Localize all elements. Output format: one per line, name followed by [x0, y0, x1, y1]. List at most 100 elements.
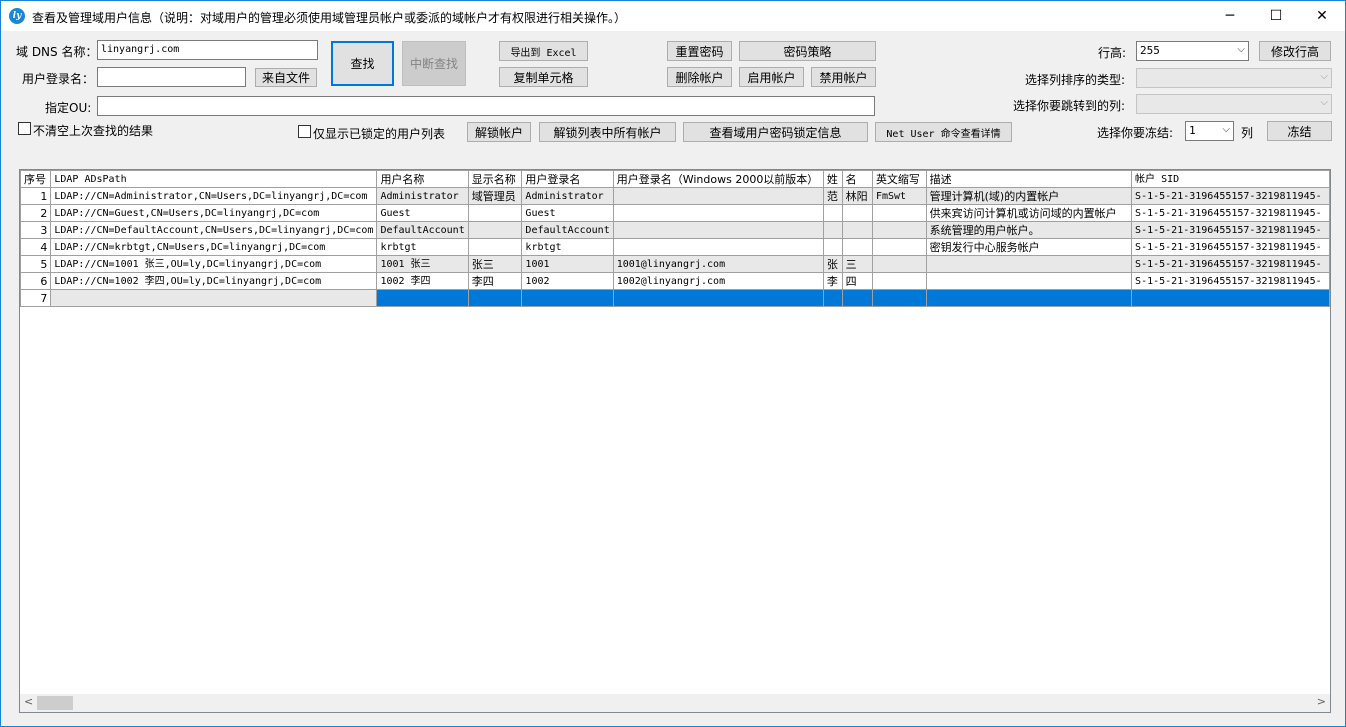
table-cell[interactable]: S-1-5-21-3196455157-3219811945- [1131, 272, 1330, 290]
table-cell[interactable]: 域管理员 [467, 187, 523, 205]
ou-input[interactable] [97, 96, 875, 116]
table-cell[interactable] [521, 289, 614, 307]
table-cell[interactable]: LDAP://CN=DefaultAccount,CN=Users,DC=lin… [50, 221, 378, 239]
table-cell[interactable]: S-1-5-21-3196455157-3219811945- [1131, 238, 1330, 256]
table-cell[interactable]: Guest [376, 204, 469, 222]
column-header[interactable]: 用户登录名（Windows 2000以前版本） [612, 170, 824, 188]
password-policy-button[interactable]: 密码策略 [739, 41, 876, 61]
table-cell[interactable] [871, 238, 927, 256]
table-cell[interactable]: LDAP://CN=Guest,CN=Users,DC=linyangrj,DC… [50, 204, 378, 222]
row-height-select[interactable]: 255 ⌵ [1136, 41, 1249, 61]
scroll-left-icon[interactable]: < [24, 695, 33, 708]
table-cell[interactable] [467, 221, 523, 239]
table-cell[interactable] [822, 289, 843, 307]
table-cell[interactable] [612, 289, 824, 307]
table-cell[interactable]: 1002@linyangrj.com [612, 272, 824, 290]
table-cell[interactable]: DefaultAccount [376, 221, 469, 239]
table-cell[interactable]: 系统管理的用户帐户。 [925, 221, 1133, 239]
scroll-thumb[interactable] [37, 696, 73, 710]
column-header[interactable]: 用户登录名 [521, 170, 614, 188]
table-cell[interactable] [925, 272, 1133, 290]
table-row[interactable]: 4 LDAP://CN=krbtgt,CN=Users,DC=linyangrj,… [20, 238, 1330, 256]
freeze-button[interactable]: 冻结 [1267, 121, 1332, 141]
table-cell[interactable]: 1002 [521, 272, 614, 290]
column-header[interactable]: 姓 [822, 170, 843, 188]
table-row[interactable]: 1 LDAP://CN=Administrator,CN=Users,DC=lin… [20, 187, 1330, 205]
table-row[interactable]: 7 [20, 289, 1330, 307]
column-header[interactable]: LDAP ADsPath [50, 170, 378, 188]
table-cell[interactable]: krbtgt [521, 238, 614, 256]
table-cell[interactable]: 范 [822, 187, 843, 205]
table-cell[interactable]: S-1-5-21-3196455157-3219811945- [1131, 221, 1330, 239]
close-button[interactable]: ✕ [1299, 1, 1345, 31]
table-cell[interactable] [1131, 289, 1330, 307]
table-cell[interactable]: 张三 [467, 255, 523, 273]
table-cell[interactable] [925, 255, 1133, 273]
table-cell[interactable]: 张 [822, 255, 843, 273]
column-header[interactable]: 用户名称 [376, 170, 469, 188]
table-cell[interactable]: 四 [841, 272, 873, 290]
disable-account-button[interactable]: 禁用帐户 [811, 67, 876, 87]
table-cell[interactable] [467, 238, 523, 256]
table-cell[interactable]: Guest [521, 204, 614, 222]
table-cell[interactable]: 李 [822, 272, 843, 290]
table-cell[interactable] [467, 204, 523, 222]
export-excel-button[interactable]: 导出到 Excel [499, 41, 588, 61]
minimize-button[interactable]: ─ [1207, 1, 1253, 31]
stop-search-button[interactable]: 中断查找 [402, 41, 466, 86]
horizontal-scrollbar[interactable]: < > [20, 694, 1330, 712]
table-cell[interactable] [841, 221, 873, 239]
unlock-account-button[interactable]: 解锁帐户 [467, 122, 531, 142]
table-cell[interactable]: 1001 [521, 255, 614, 273]
table-cell[interactable]: LDAP://CN=1001 张三,OU=ly,DC=linyangrj,DC=… [50, 255, 378, 273]
only-locked-checkbox[interactable] [298, 125, 311, 138]
table-cell[interactable]: 1002 李四 [376, 272, 469, 290]
table-cell[interactable]: 密钥发行中心服务帐户 [925, 238, 1133, 256]
table-cell[interactable]: LDAP://CN=1002 李四,OU=ly,DC=linyangrj,DC=… [50, 272, 378, 290]
table-cell[interactable]: 林阳 [841, 187, 873, 205]
table-cell[interactable] [871, 255, 927, 273]
table-cell[interactable]: Administrator [376, 187, 469, 205]
modify-row-height-button[interactable]: 修改行高 [1259, 41, 1331, 61]
row-number-cell[interactable]: 3 [20, 221, 52, 239]
table-cell[interactable]: S-1-5-21-3196455157-3219811945- [1131, 204, 1330, 222]
row-number-cell[interactable]: 5 [20, 255, 52, 273]
jump-column-select[interactable]: ⌵ [1136, 94, 1332, 114]
table-cell[interactable] [467, 289, 523, 307]
table-cell[interactable]: FmSwt [871, 187, 927, 205]
table-cell[interactable] [612, 221, 824, 239]
sort-type-select[interactable]: ⌵ [1136, 68, 1332, 88]
column-header[interactable]: 名 [841, 170, 873, 188]
row-number-cell[interactable]: 4 [20, 238, 52, 256]
reset-password-button[interactable]: 重置密码 [667, 41, 732, 61]
table-cell[interactable] [822, 204, 843, 222]
table-cell[interactable]: 李四 [467, 272, 523, 290]
table-cell[interactable]: S-1-5-21-3196455157-3219811945- [1131, 255, 1330, 273]
view-lock-info-button[interactable]: 查看域用户密码锁定信息 [683, 122, 868, 142]
table-cell[interactable]: 三 [841, 255, 873, 273]
table-cell[interactable] [841, 204, 873, 222]
table-row[interactable]: 5 LDAP://CN=1001 张三,OU=ly,DC=linyangrj,DC… [20, 255, 1330, 273]
net-user-button[interactable]: Net User 命令查看详情 [875, 122, 1012, 142]
table-cell[interactable] [871, 289, 927, 307]
freeze-select[interactable]: 1 ⌵ [1185, 121, 1234, 141]
maximize-button[interactable]: ☐ [1253, 1, 1299, 31]
table-cell[interactable] [925, 289, 1133, 307]
row-number-cell[interactable]: 1 [20, 187, 52, 205]
table-cell[interactable] [822, 238, 843, 256]
login-name-input[interactable] [97, 67, 246, 87]
row-number-cell[interactable]: 6 [20, 272, 52, 290]
dns-name-input[interactable]: linyangrj.com [97, 40, 318, 60]
table-cell[interactable] [871, 221, 927, 239]
table-cell[interactable] [612, 187, 824, 205]
table-cell[interactable] [50, 289, 378, 307]
row-number-cell[interactable]: 7 [20, 289, 52, 307]
table-cell[interactable] [612, 238, 824, 256]
table-cell[interactable]: DefaultAccount [521, 221, 614, 239]
row-number-cell[interactable]: 2 [20, 204, 52, 222]
from-file-button[interactable]: 来自文件 [255, 68, 317, 87]
table-cell[interactable] [822, 221, 843, 239]
table-cell[interactable]: 1001 张三 [376, 255, 469, 273]
table-row[interactable]: 6 LDAP://CN=1002 李四,OU=ly,DC=linyangrj,DC… [20, 272, 1330, 290]
table-cell[interactable]: LDAP://CN=Administrator,CN=Users,DC=liny… [50, 187, 378, 205]
